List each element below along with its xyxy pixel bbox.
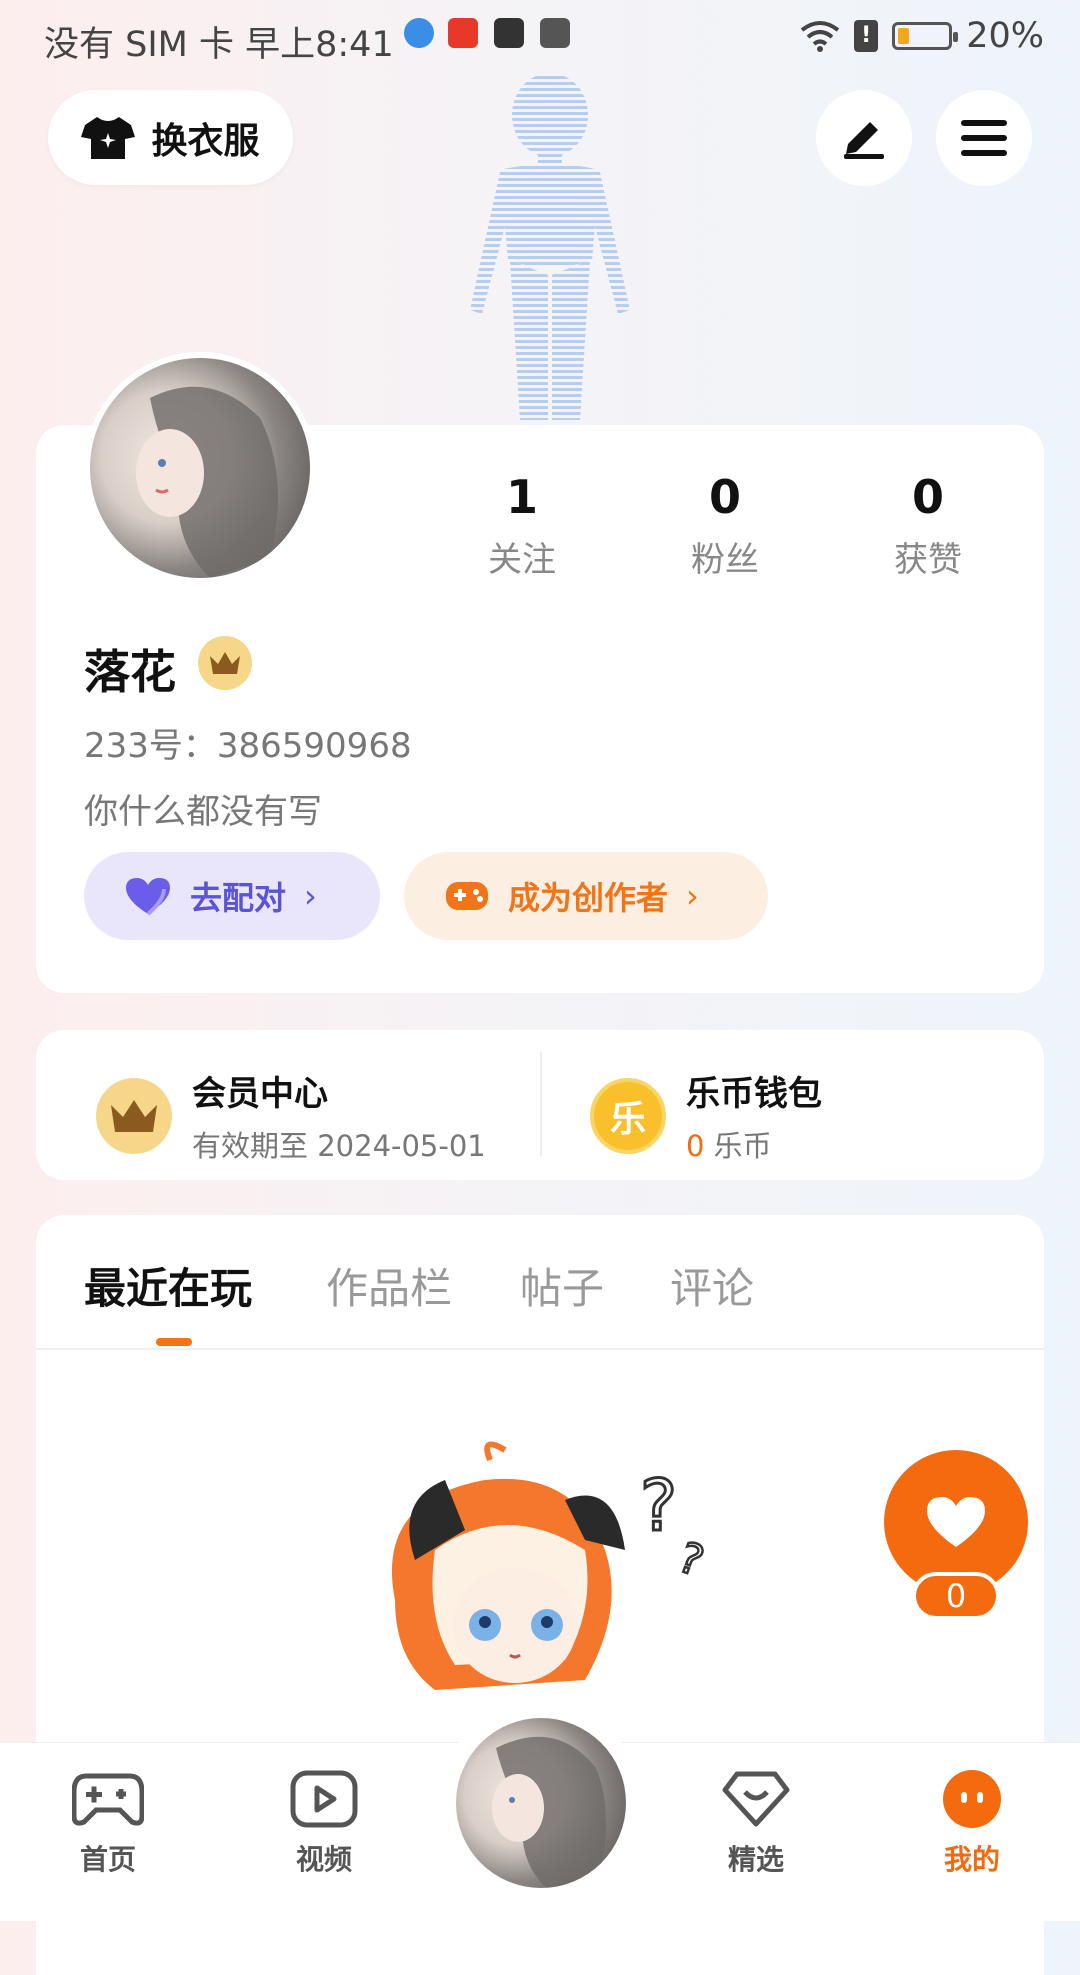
match-button[interactable]: 去配对 › bbox=[84, 852, 380, 940]
taobao-icon bbox=[448, 18, 478, 48]
browser-icon bbox=[404, 18, 434, 48]
member-expiry: 有效期至 2024-05-01 bbox=[192, 1129, 486, 1163]
nav-video-label: 视频 bbox=[295, 1843, 352, 1876]
edit-icon bbox=[844, 122, 884, 159]
wallet-title: 乐币钱包 bbox=[686, 1074, 822, 1114]
avatar[interactable] bbox=[84, 352, 316, 584]
likes-count: 0 bbox=[911, 470, 944, 524]
followers-count: 0 bbox=[708, 470, 741, 524]
video-app-icon bbox=[494, 18, 524, 48]
wifi-icon bbox=[800, 21, 840, 52]
stat-following[interactable]: 1 关注 bbox=[442, 470, 602, 581]
stat-followers[interactable]: 0 粉丝 bbox=[645, 470, 805, 581]
heart-icon bbox=[126, 878, 170, 916]
nav-home-label: 首页 bbox=[79, 1843, 136, 1876]
following-count: 1 bbox=[505, 470, 538, 524]
edit-button[interactable] bbox=[816, 90, 912, 186]
nav-video[interactable]: 视频 bbox=[254, 1770, 394, 1878]
nav-featured-label: 精选 bbox=[727, 1843, 784, 1876]
battery-percent: 20% bbox=[966, 16, 1044, 56]
tab-divider bbox=[36, 1348, 1044, 1350]
nav-featured[interactable]: 精选 bbox=[686, 1770, 826, 1878]
tab-comments[interactable]: 评论 bbox=[670, 1255, 754, 1316]
crown-icon bbox=[96, 1077, 172, 1154]
nav-mine-label: 我的 bbox=[943, 1843, 1000, 1876]
lebi-coin-icon: 乐 bbox=[590, 1077, 666, 1154]
avatar-hologram-figure[interactable] bbox=[430, 70, 670, 430]
wallet-amount: 0 bbox=[686, 1129, 705, 1163]
menu-icon bbox=[961, 120, 1007, 156]
center-avatar-button[interactable] bbox=[456, 1718, 626, 1888]
wallet-unit: 乐币 bbox=[713, 1129, 772, 1163]
heart-icon bbox=[927, 1497, 985, 1547]
following-label: 关注 bbox=[488, 540, 556, 580]
followers-label: 粉丝 bbox=[691, 540, 759, 580]
tab-posts[interactable]: 帖子 bbox=[520, 1255, 604, 1316]
battery-icon bbox=[892, 22, 959, 50]
face-icon bbox=[943, 1770, 1001, 1828]
change-clothes-button[interactable]: 换衣服 bbox=[48, 90, 293, 185]
nav-home[interactable]: 首页 bbox=[38, 1770, 178, 1878]
divider bbox=[540, 1052, 542, 1156]
stat-likes[interactable]: 0 获赞 bbox=[848, 470, 1008, 581]
tab-works[interactable]: 作品栏 bbox=[326, 1255, 452, 1316]
tab-recently-played[interactable]: 最近在玩 bbox=[84, 1255, 252, 1316]
account-id: 233号：386590968 bbox=[84, 726, 412, 766]
svg-text:?: ? bbox=[640, 1465, 677, 1547]
avatar-illustration bbox=[136, 386, 278, 578]
crown-icon bbox=[210, 652, 240, 674]
member-title: 会员中心 bbox=[192, 1074, 328, 1114]
creator-label: 成为创作者 bbox=[508, 879, 669, 917]
nav-mine[interactable]: 我的 bbox=[902, 1770, 1042, 1878]
username: 落花 bbox=[84, 645, 176, 699]
gamepad-icon bbox=[446, 882, 488, 910]
likes-label: 获赞 bbox=[894, 540, 962, 580]
status-right: ! 20% bbox=[800, 16, 1044, 56]
member-center[interactable]: 会员中心 有效期至 2024-05-01 bbox=[96, 1066, 486, 1165]
status-text: 没有 SIM 卡 早上8:41 bbox=[44, 25, 394, 65]
wallet-app-icon bbox=[540, 18, 570, 48]
wallet-balance: 0 乐币 bbox=[686, 1123, 822, 1165]
match-label: 去配对 bbox=[190, 879, 287, 917]
gamepad-icon bbox=[72, 1773, 144, 1826]
change-clothes-label: 换衣服 bbox=[151, 120, 260, 162]
svg-text:?: ? bbox=[672, 1532, 710, 1586]
avatar-illustration bbox=[492, 1736, 606, 1888]
play-icon bbox=[290, 1770, 358, 1828]
coin-wallet[interactable]: 乐 乐币钱包 0 乐币 bbox=[590, 1066, 822, 1165]
menu-button[interactable] bbox=[936, 90, 1032, 186]
vip-badge[interactable] bbox=[198, 636, 252, 690]
become-creator-button[interactable]: 成为创作者 › bbox=[404, 852, 768, 940]
chevron-right-icon: › bbox=[686, 877, 699, 915]
tshirt-icon bbox=[81, 116, 136, 159]
bio: 你什么都没有写 bbox=[84, 792, 322, 832]
heart-gem-icon bbox=[722, 1771, 790, 1827]
like-count: 0 bbox=[912, 1572, 1000, 1620]
alert-icon: ! bbox=[854, 20, 879, 52]
active-tab-indicator bbox=[156, 1338, 192, 1346]
chevron-right-icon: › bbox=[304, 877, 317, 915]
